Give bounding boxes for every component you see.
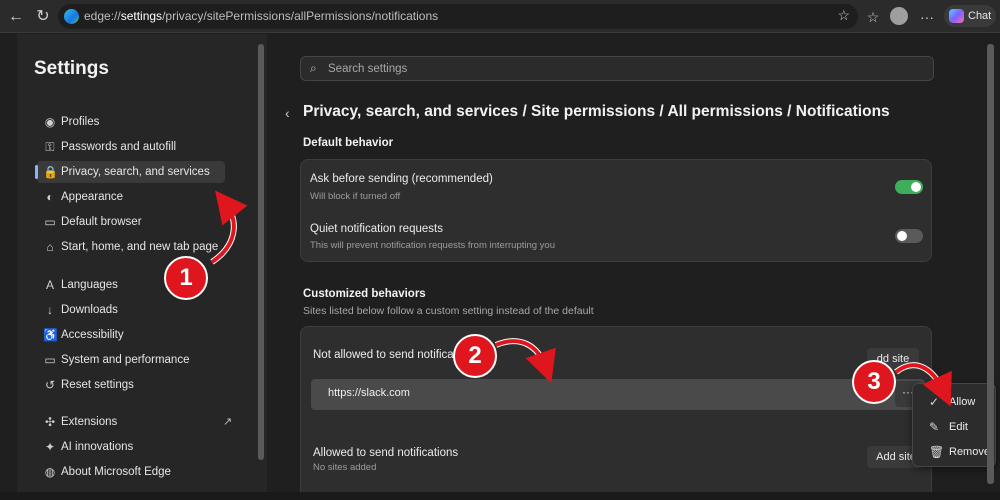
- annotation-badge: 1: [164, 256, 208, 300]
- annotation-arrows: [210, 190, 952, 407]
- annotation-badge: 2: [453, 334, 497, 378]
- annotation-badge: 3: [852, 360, 896, 404]
- taskbar: [0, 492, 1000, 500]
